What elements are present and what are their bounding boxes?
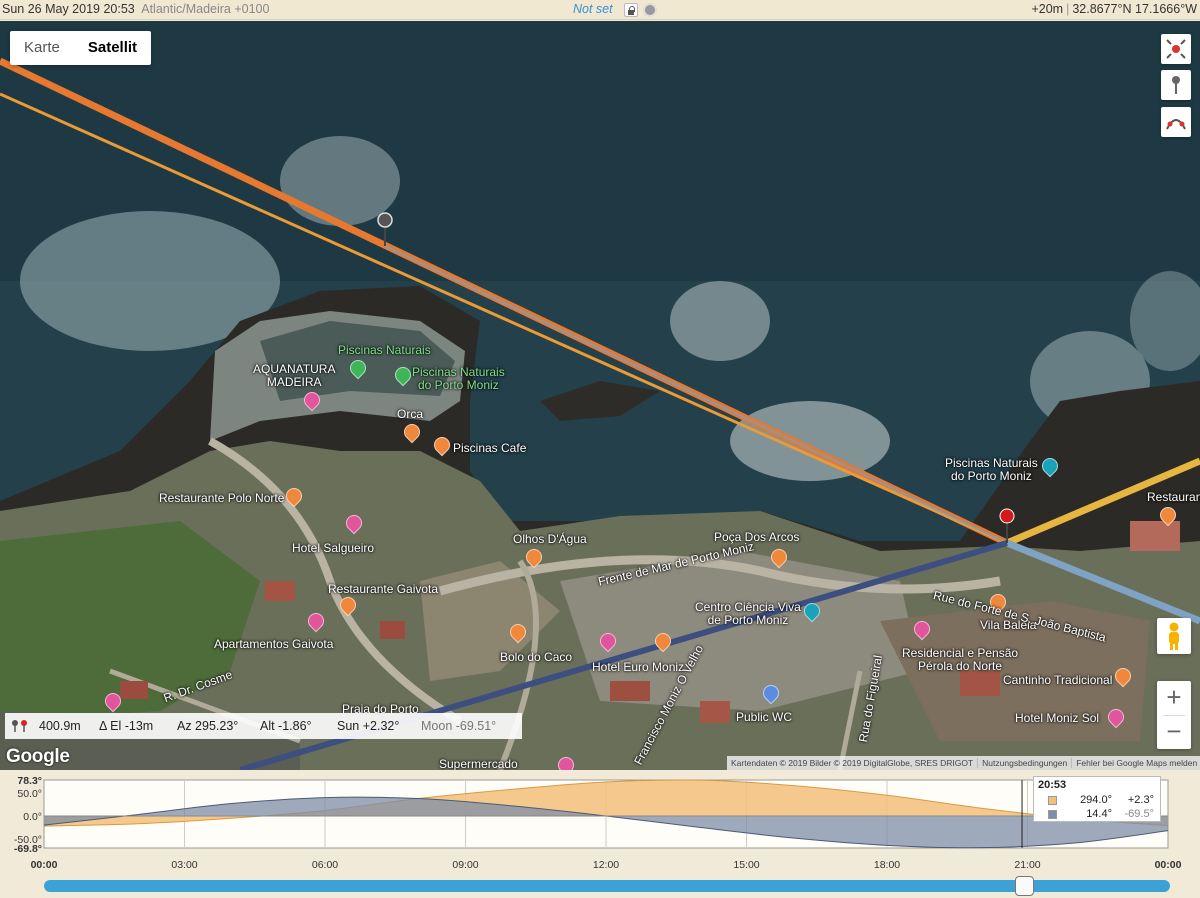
poi-label[interactable]: Bolo do Caco [500, 651, 572, 664]
moon-swatch [1048, 810, 1057, 819]
x-tick-label: 15:00 [733, 859, 759, 871]
map-imagery [0, 21, 1200, 770]
x-tick-label: 00:00 [1155, 859, 1182, 871]
poi-label[interactable]: Hotel Euro Moniz [592, 661, 684, 674]
datetime-text: Sun 26 May 2019 20:53 [2, 2, 135, 16]
x-tick-label: 03:00 [171, 859, 197, 871]
poi-label[interactable]: Restaurante Gaivota [328, 583, 438, 596]
poi-label[interactable]: Orca [397, 408, 423, 421]
poi-label[interactable]: AQUANATURA MADEIRA [253, 363, 335, 389]
zoom-out-button[interactable]: − [1157, 715, 1191, 749]
poi-label[interactable]: Centro Ciência Viva de Porto Moniz [695, 601, 801, 627]
x-tick-label: 18:00 [874, 859, 900, 871]
poi-label[interactable]: Olhos D'Água [513, 533, 587, 546]
zoom-control: + − [1157, 681, 1191, 749]
sightline-button[interactable] [1161, 107, 1191, 137]
location-readout: +20m | 32.8677°N 17.1666°W [1031, 2, 1197, 16]
legend-time: 20:53 [1038, 779, 1067, 791]
attribution-data: Kartendaten © 2019 Bilder © 2019 Digital… [727, 758, 979, 768]
datetime-display[interactable]: Sun 26 May 2019 20:53 Atlantic/Madeira +… [2, 2, 269, 16]
distance-pins-icon [12, 720, 27, 732]
poi-label[interactable]: Restaurante Polo Norte [159, 492, 284, 505]
toggle-icon[interactable] [643, 3, 657, 17]
report-error-link[interactable]: Fehler bei Google Maps melden [1072, 758, 1200, 768]
google-logo: Google [6, 746, 70, 767]
x-tick-label: 21:00 [1014, 859, 1040, 871]
sun-value: Sun +2.32° [337, 719, 400, 733]
timezone-text: Atlantic/Madeira +0100 [141, 2, 270, 16]
distance-value: 400.9m [39, 719, 81, 733]
map-type-satellit-button[interactable]: Satellit [74, 31, 151, 65]
time-slider-thumb[interactable] [1014, 876, 1034, 896]
chart-legend: 20:53 294.0° +2.3° 14.4° -69.5° [1033, 776, 1161, 822]
terms-link[interactable]: Nutzungsbedingungen [978, 758, 1073, 768]
poi-label[interactable]: Hotel Salgueiro [292, 542, 374, 555]
legend-moon-azimuth: 14.4° [1086, 808, 1112, 820]
poi-label[interactable]: Public WC [736, 711, 792, 724]
street-view-pegman[interactable] [1157, 618, 1191, 654]
legend-moon-altitude: -69.5° [1124, 808, 1154, 820]
y-tick-label: 78.3° [17, 775, 42, 787]
x-tick-label: 06:00 [312, 859, 338, 871]
zoom-in-button[interactable]: + [1157, 681, 1191, 715]
poi-label[interactable]: Residencial e Pensão Pérola do Norte [902, 647, 1018, 673]
legend-moon-row: 14.4° -69.5° [1048, 808, 1158, 822]
poi-label[interactable]: Poça Dos Arcos [714, 531, 799, 544]
elevation-text: +20m [1031, 2, 1064, 16]
map-type-control: Karte Satellit [10, 31, 152, 65]
legend-sun-azimuth: 294.0° [1080, 794, 1112, 806]
sightline-info-bar: 400.9m Δ El -13m Az 295.23° Alt -1.86° S… [5, 713, 522, 739]
crosshair-icon [1166, 39, 1186, 59]
sun-swatch [1048, 796, 1057, 805]
poi-label[interactable]: Hotel Moniz Sol [1015, 712, 1099, 725]
sightline-icon [1166, 119, 1186, 130]
center-map-button[interactable] [1161, 34, 1191, 64]
pegman-icon [1169, 622, 1179, 650]
delta-elevation-value: Δ El -13m [99, 719, 154, 733]
pin-button[interactable] [1161, 70, 1191, 100]
x-tick-label: 09:00 [452, 859, 478, 871]
top-bar: Sun 26 May 2019 20:53 Atlantic/Madeira +… [0, 0, 1200, 20]
y-tick-label: 50.0° [17, 788, 42, 800]
moon-value: Moon -69.51° [421, 719, 497, 733]
map-type-karte-button[interactable]: Karte [10, 31, 74, 65]
poi-label[interactable]: Piscinas Naturais [338, 344, 431, 357]
x-tick-label: 00:00 [31, 859, 58, 871]
poi-label[interactable]: Piscinas Naturais do Porto Moniz [412, 366, 505, 392]
legend-sun-row: 294.0° +2.3° [1048, 794, 1158, 808]
y-tick-label: 0.0° [23, 811, 42, 823]
poi-label[interactable]: Restaurant [1147, 491, 1200, 504]
azimuth-value: Az 295.23° [177, 719, 239, 733]
legend-sun-altitude: +2.3° [1127, 794, 1154, 806]
time-slider-track[interactable] [44, 880, 1170, 892]
poi-label[interactable]: Cantinho Tradicional [1003, 674, 1112, 687]
status-not-set[interactable]: Not set [573, 2, 613, 16]
zoom-divider [1163, 715, 1185, 716]
poi-label[interactable]: Piscinas Naturais do Porto Moniz [945, 457, 1038, 483]
satellite-map[interactable]: Karte Satellit + − Piscinas Naturais Pis… [0, 21, 1200, 770]
altitude-value: Alt -1.86° [260, 719, 312, 733]
x-tick-label: 12:00 [593, 859, 619, 871]
lock-icon[interactable] [624, 3, 638, 17]
coordinates-text: 32.8677°N 17.1666°W [1072, 2, 1197, 16]
map-attribution: Kartendaten © 2019 Bilder © 2019 Digital… [727, 756, 1200, 770]
pin-icon [1172, 76, 1180, 94]
poi-label[interactable]: Piscinas Cafe [453, 442, 526, 455]
poi-label[interactable]: Supermercado [439, 758, 518, 771]
y-tick-label: -69.8° [14, 843, 42, 855]
poi-label[interactable]: Apartamentos Gaivota [214, 638, 333, 651]
